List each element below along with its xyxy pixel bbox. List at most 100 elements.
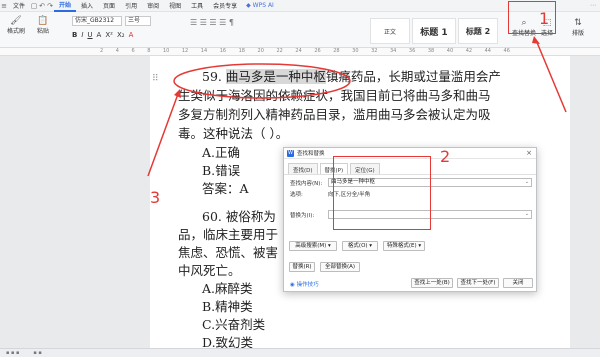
- format-painter-button[interactable]: 🖌 格式刷: [6, 16, 26, 35]
- paste-label: 粘贴: [36, 28, 49, 35]
- chevron-down-icon[interactable]: ⌄: [525, 211, 529, 218]
- chevron-down-icon[interactable]: ⌄: [525, 179, 529, 186]
- sort-button[interactable]: ⇅ 排版: [568, 18, 588, 37]
- q59-option-b: B.错误: [202, 163, 241, 178]
- tab-find[interactable]: 查找(D): [288, 163, 318, 174]
- ruler-tick: 24: [295, 48, 302, 54]
- close-icon[interactable]: ×: [526, 149, 532, 157]
- style-heading2[interactable]: 标题 2: [458, 18, 498, 44]
- q60-line3: 焦虑、恐慌、被害: [178, 245, 279, 260]
- status-bar: ▪ ▪ ▪ ▪ ▪: [0, 348, 600, 357]
- q59-line3: 多复方制剂列入精神药品目录，滥用曲马多会被认定为吸: [178, 107, 491, 122]
- annotation-number-2: 2: [440, 147, 451, 166]
- ruler-tick: 46: [503, 48, 510, 54]
- ruler-tick: 36: [408, 48, 416, 54]
- wps-ai-button[interactable]: ◆ WPS AI: [246, 2, 274, 9]
- advanced-search-button[interactable]: 高级搜索(M) ▾: [289, 241, 337, 251]
- undo-icon[interactable]: ↶: [38, 2, 46, 10]
- ruler-tick: 28: [333, 48, 340, 54]
- strike-button[interactable]: A: [97, 31, 102, 39]
- q59-answer: 答案：A: [202, 181, 249, 196]
- close-button[interactable]: 关闭: [503, 278, 533, 288]
- font-name-select[interactable]: 仿宋_GB2312: [72, 16, 122, 26]
- font-color-button[interactable]: A: [129, 31, 134, 39]
- replace-all-button[interactable]: 全部替换(A): [320, 262, 360, 272]
- hamburger-icon[interactable]: ≡: [0, 2, 8, 10]
- special-format-button[interactable]: 特殊格式(E) ▾: [383, 241, 425, 251]
- tab-member[interactable]: 会员专享: [208, 1, 242, 10]
- superscript-button[interactable]: X²: [105, 31, 113, 39]
- status-words: ▪ ▪: [33, 350, 42, 356]
- q60-option-a: A.麻醉类: [202, 281, 253, 296]
- tab-home[interactable]: 开始: [54, 0, 77, 12]
- options-label: 选项:: [290, 192, 303, 198]
- tab-insert[interactable]: 插入: [76, 1, 98, 10]
- ruler-tick: 4: [115, 48, 119, 54]
- ruler-tick: 2: [100, 48, 104, 54]
- ruler-tick: 44: [484, 48, 491, 54]
- wps-ai-label: WPS AI: [252, 2, 274, 9]
- ruler-tick: 38: [427, 48, 435, 54]
- ruler-tick: 32: [371, 48, 378, 54]
- ruler-tick: 34: [390, 48, 397, 54]
- q59-line2: 生类似于海洛因的依赖症状，我国目前已将曲马多和曲马: [178, 88, 491, 103]
- find-next-button[interactable]: 查找下一处(F): [457, 278, 499, 288]
- q59-line4: 毒。这种说法（ ）。: [178, 126, 289, 141]
- ruler-tick: 6: [131, 48, 135, 54]
- ruler-tick: 22: [276, 48, 283, 54]
- ruler-tick: 10: [162, 48, 170, 54]
- tab-page[interactable]: 页面: [98, 1, 120, 10]
- tab-references[interactable]: 引用: [120, 1, 142, 10]
- annotation-number-3: 3: [150, 188, 161, 207]
- font-size-value: 三号: [128, 17, 141, 24]
- more-icon[interactable]: ⋯: [590, 2, 600, 9]
- italic-button[interactable]: I: [81, 31, 83, 39]
- sort-label: 排版: [571, 30, 584, 37]
- bold-button[interactable]: B: [72, 31, 77, 39]
- wps-logo-icon: W: [287, 149, 294, 157]
- redo-icon[interactable]: ↷: [46, 2, 54, 10]
- style-heading1[interactable]: 标题 1: [412, 18, 456, 44]
- q59-option-a: A.正确: [202, 145, 241, 160]
- brush-icon: 🖌: [10, 16, 22, 26]
- q60-option-c: C.兴奋剂类: [202, 317, 266, 332]
- ruler-tick: 26: [314, 48, 321, 54]
- tips-link[interactable]: ◉ 操作技巧: [290, 280, 319, 288]
- q59-highlight: 曲马多是一种中枢: [225, 69, 326, 84]
- annotation-number-1: 1: [539, 9, 550, 28]
- subscript-button[interactable]: X₂: [117, 31, 125, 39]
- drag-handle-icon[interactable]: ⠿: [152, 74, 159, 84]
- ruler-tick: 14: [200, 48, 208, 54]
- ruler-tick: 8: [147, 48, 151, 54]
- style-heading2-label: 标题 2: [465, 26, 491, 36]
- tab-tools[interactable]: 工具: [186, 1, 208, 10]
- paste-button[interactable]: 📋 粘贴: [32, 16, 54, 35]
- save-icon[interactable]: ▢: [30, 2, 38, 10]
- ruler-tick: 42: [465, 48, 473, 54]
- menu-file[interactable]: 文件: [8, 1, 30, 10]
- q60-option-b: B.精神类: [202, 299, 253, 314]
- q59-line1: 59. 曲马多是一种中枢镇痛药品，长期或过量滥用会产: [202, 68, 501, 85]
- format-button[interactable]: 格式(O) ▾: [342, 241, 378, 251]
- replace-label: 替换为(I):: [290, 213, 315, 219]
- font-size-select[interactable]: 三号: [125, 16, 151, 26]
- tab-review[interactable]: 审阅: [142, 1, 164, 10]
- tab-view[interactable]: 视图: [164, 1, 186, 10]
- q59-number: 59.: [202, 69, 226, 84]
- ruler-tick: 12: [181, 48, 189, 54]
- q60-line1: 60. 被俗称为: [202, 209, 276, 224]
- paragraph-icons[interactable]: ☰ ☰ ☰ ☰ ¶: [190, 18, 234, 27]
- find-previous-button[interactable]: 查找上一处(B): [411, 278, 453, 288]
- format-painter-label: 格式刷: [6, 28, 25, 35]
- ruler-tick: 16: [219, 48, 227, 54]
- dialog-title: 查找和替换: [297, 151, 325, 157]
- replace-button[interactable]: 替换(R): [289, 262, 315, 272]
- underline-button[interactable]: U: [87, 31, 92, 39]
- style-heading1-label: 标题 1: [420, 27, 448, 38]
- ruler-tick: 20: [257, 48, 264, 54]
- ruler-tick: 18: [238, 48, 245, 54]
- find-label: 查找内容(N):: [290, 181, 323, 187]
- tips-label: 操作技巧: [296, 282, 319, 288]
- font-name-value: 仿宋_GB2312: [75, 17, 115, 24]
- style-normal[interactable]: 正文: [370, 18, 410, 44]
